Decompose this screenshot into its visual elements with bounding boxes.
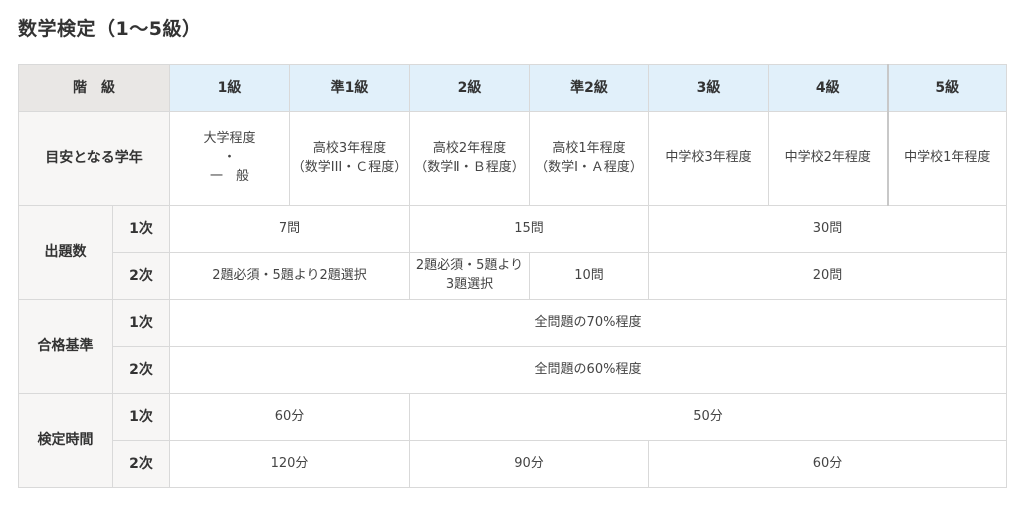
target-line: ・ [222,150,236,166]
target-line: （数学Ⅱ・Ｂ程度） [414,159,525,175]
pass-first-label: 1次 [112,299,170,347]
target-line: 高校1年程度 [552,140,626,156]
questions-first-row: 出題数 1次 7問 15問 30問 [18,205,1007,300]
target-grade-pre-1: 高校3年程度 （数学III・Ｃ程度） [289,111,410,206]
questions-second-line: 3題選択 [445,277,494,292]
grade-1: 1級 [169,64,290,112]
pass-label: 合格基準 [18,299,113,394]
questions-first-cell: 30問 [648,205,1007,253]
grade-pre-1: 準1級 [289,64,410,112]
page-title: 数学検定（1〜5級） [18,18,202,40]
time-second-cell: 90分 [409,440,649,488]
target-grade-pre-2: 高校1年程度 （数学Ⅰ・Ａ程度） [529,111,649,206]
time-second-label: 2次 [112,440,170,488]
target-line: 高校3年程度 [312,140,387,156]
target-grade-2: 高校2年程度 （数学Ⅱ・Ｂ程度） [409,111,530,206]
time-second-cell: 120分 [169,440,410,488]
target-label: 目安となる学年 [18,111,170,206]
questions-second-cell: 2題必須・5題より 3題選択 [409,252,530,300]
questions-first-label: 1次 [112,205,170,253]
questions-second-row: 2次 2題必須・5題より2題選択 2題必須・5題より 3題選択 10問 20問 [19,252,1007,300]
grade-2: 2級 [409,64,530,112]
target-grade-5: 中学校1年程度 [886,111,1007,206]
time-first-label: 1次 [112,393,170,441]
questions-second-cell: 2題必須・5題より2題選択 [169,252,410,300]
time-second-row: 2次 120分 90分 60分 [19,440,1007,488]
grade-3: 3級 [648,64,769,112]
grade-header-label: 階 級 [18,64,170,112]
target-grade-3: 中学校3年程度 [648,111,769,206]
grade-5: 5級 [886,64,1007,112]
time-label: 検定時間 [18,393,113,488]
grade-pre-2: 準2級 [529,64,649,112]
target-grade-4: 中学校2年程度 [768,111,888,206]
time-first-row: 検定時間 1次 60分 50分 [18,393,1007,488]
time-first-cell: 50分 [409,393,1007,441]
target-line: （数学Ⅰ・Ａ程度） [535,159,643,175]
pass-first-row: 合格基準 1次 全問題の70%程度 [18,299,1007,394]
questions-first-cell: 7問 [169,205,410,253]
grade-4: 4級 [768,64,888,112]
questions-second-label: 2次 [112,252,170,300]
questions-label: 出題数 [18,205,113,300]
pass-second-label: 2次 [112,346,170,394]
pass-second-row: 2次 全問題の60%程度 [19,346,1007,394]
questions-second-line: 2題必須・5題より [415,258,524,274]
target-line: （数学III・Ｃ程度） [291,159,408,175]
target-row: 目安となる学年 大学程度 ・ 一 般 高校3年程度 （数学III・Ｃ程度） 高校… [18,111,1007,206]
target-line: 一 般 [209,168,249,184]
target-line: 大学程度 [203,131,256,147]
questions-first-cell: 15問 [409,205,649,253]
time-second-cell: 60分 [648,440,1007,488]
time-first-cell: 60分 [169,393,410,441]
pass-second-cell: 全問題の60%程度 [169,346,1007,394]
questions-second-cell: 10問 [529,252,649,300]
questions-second-cell: 20問 [648,252,1007,300]
target-grade-1: 大学程度 ・ 一 般 [169,111,290,206]
target-line: 高校2年程度 [432,140,507,156]
pass-first-cell: 全問題の70%程度 [169,299,1007,347]
header-row: 階 級 1級 準1級 2級 準2級 3級 4級 5級 [18,64,1007,112]
exam-grade-table: 階 級 1級 準1級 2級 準2級 3級 4級 5級 目安となる学年 大学程度 … [18,64,1007,488]
